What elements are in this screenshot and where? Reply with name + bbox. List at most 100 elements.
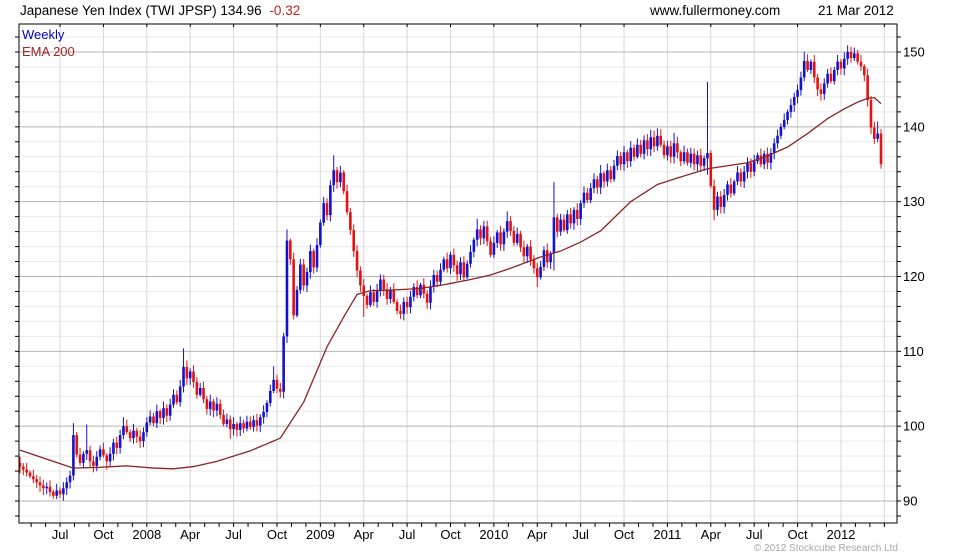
candle xyxy=(479,225,482,246)
candle xyxy=(102,442,105,458)
candle xyxy=(192,365,195,388)
candle xyxy=(58,487,62,498)
candle xyxy=(659,129,663,148)
candle xyxy=(869,96,873,134)
candle xyxy=(362,278,366,317)
candle xyxy=(699,148,703,173)
candle xyxy=(666,140,669,161)
candle xyxy=(489,237,492,258)
candle xyxy=(802,52,806,82)
candle xyxy=(589,183,592,204)
candle xyxy=(682,145,686,165)
y-axis-label: 120 xyxy=(903,269,925,284)
candle xyxy=(616,150,619,171)
candle xyxy=(619,151,622,171)
candle xyxy=(525,243,529,263)
x-axis-label: 2011 xyxy=(653,527,681,542)
candle xyxy=(696,150,699,171)
x-axis-labels: Jul Oct 2008 Apr Jul Oct 2009 Apr Jul Oct 2010 Apr J… xyxy=(52,527,856,542)
candle xyxy=(145,417,149,437)
candle xyxy=(118,429,122,454)
candle xyxy=(342,170,346,195)
candle xyxy=(582,186,586,208)
candle xyxy=(128,429,132,442)
candle xyxy=(495,230,499,248)
candle xyxy=(642,135,646,160)
x-axis-label: Jul xyxy=(225,527,242,542)
candle xyxy=(345,184,349,215)
legend-ema-label: EMA 200 xyxy=(22,44,75,59)
candle xyxy=(542,246,546,271)
x-axis-label: 2010 xyxy=(479,527,508,542)
x-axis-label: 2009 xyxy=(306,527,335,542)
candle xyxy=(819,83,823,101)
candle xyxy=(716,191,719,216)
candle xyxy=(592,173,596,194)
candle xyxy=(222,409,225,427)
x-axis-label: Apr xyxy=(527,527,548,542)
candle xyxy=(432,269,436,293)
candle xyxy=(649,129,653,156)
candle xyxy=(339,165,342,188)
candle xyxy=(175,390,179,405)
candle xyxy=(796,84,799,104)
candle xyxy=(732,179,736,196)
candle xyxy=(85,424,89,460)
candle xyxy=(662,140,666,159)
candle xyxy=(335,166,339,189)
candle xyxy=(202,381,205,404)
candle xyxy=(576,203,579,226)
candle xyxy=(826,68,829,88)
candle xyxy=(689,147,693,168)
candle xyxy=(455,260,459,281)
candle xyxy=(566,209,569,234)
candle xyxy=(555,213,559,238)
candle xyxy=(586,187,589,203)
candle xyxy=(329,180,332,222)
candle xyxy=(238,416,242,437)
candle xyxy=(305,267,309,292)
candle xyxy=(195,377,199,399)
candle xyxy=(228,415,232,439)
candle xyxy=(352,224,356,258)
candle xyxy=(746,157,749,179)
candle xyxy=(125,419,129,435)
candle xyxy=(232,417,235,436)
candle xyxy=(836,55,839,76)
candle xyxy=(676,136,679,159)
x-axis-label: 2008 xyxy=(132,527,161,542)
candle xyxy=(242,419,245,434)
candle xyxy=(359,266,362,292)
candle xyxy=(138,430,142,448)
candle xyxy=(552,182,556,271)
candle xyxy=(849,46,853,63)
candle xyxy=(429,280,432,310)
candle xyxy=(789,98,793,118)
candle xyxy=(122,417,125,440)
candle xyxy=(309,244,312,279)
candle xyxy=(639,139,643,158)
candle xyxy=(265,400,269,418)
candle xyxy=(255,413,259,432)
candle xyxy=(853,47,856,61)
candle xyxy=(65,477,69,496)
candle xyxy=(532,254,536,274)
candle xyxy=(799,71,803,96)
y-axis-label: 140 xyxy=(903,119,925,134)
candle xyxy=(809,59,813,74)
candle xyxy=(766,147,769,170)
candle xyxy=(272,366,275,394)
candle xyxy=(502,228,506,252)
candle xyxy=(812,55,816,84)
candle xyxy=(412,283,416,302)
candle xyxy=(522,240,526,263)
candle xyxy=(168,398,172,421)
candle xyxy=(142,427,145,448)
axis-ticks xyxy=(15,24,901,527)
candle xyxy=(369,285,372,307)
candle xyxy=(669,140,673,164)
candle xyxy=(726,180,729,201)
y-axis-labels: 90 100 110 120 130 140 150 xyxy=(903,45,925,509)
candle xyxy=(776,129,779,149)
candle xyxy=(472,237,476,258)
